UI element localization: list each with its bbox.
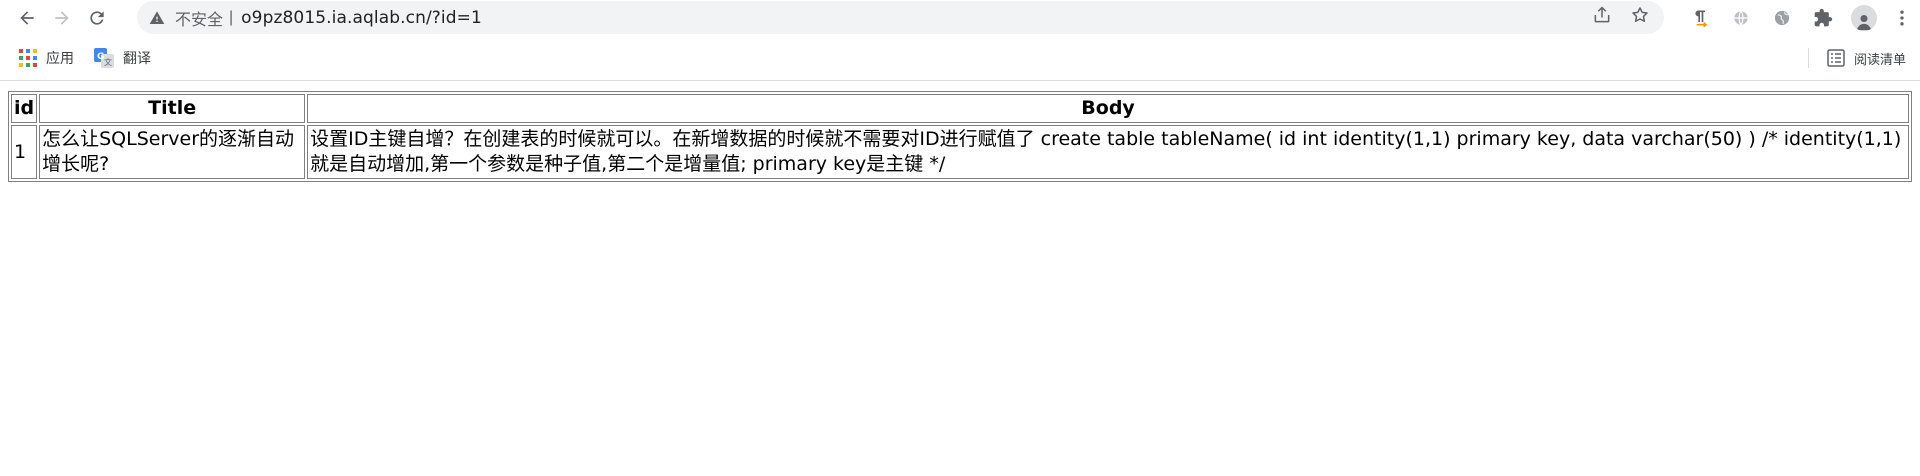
reload-button[interactable] xyxy=(82,3,112,33)
column-header-body: Body xyxy=(307,94,1909,123)
extension-globe-grey-button[interactable] xyxy=(1720,0,1761,35)
extension-paragraph-button[interactable] xyxy=(1679,0,1720,35)
reading-list-button[interactable]: 阅读清单 xyxy=(1823,44,1910,72)
address-bar[interactable]: 不安全 | o9pz8015.ia.aqlab.cn/?id=1 xyxy=(137,1,1664,34)
vertical-dots-icon xyxy=(1900,10,1904,25)
page-content: id Title Body 1 怎么让SQLServer的逐渐自动增长呢? 设置… xyxy=(0,81,1920,192)
omnibox-actions xyxy=(1592,1,1650,34)
bookmark-apps[interactable]: 应用 xyxy=(11,44,82,72)
reading-list: 阅读清单 xyxy=(1807,44,1910,72)
cell-body: 设置ID主键自增？在创建表的时候就可以。在新增数据的时候就不需要对ID进行赋值了… xyxy=(307,125,1909,179)
bookmark-label: 应用 xyxy=(46,50,74,67)
earth-icon xyxy=(1774,10,1789,25)
svg-text:文: 文 xyxy=(104,57,112,67)
person-icon xyxy=(1856,14,1871,30)
warning-triangle-icon[interactable] xyxy=(149,10,165,26)
profile-button[interactable] xyxy=(1843,0,1884,35)
bookmarks-bar: 应用 G 文 翻译 阅读清单 xyxy=(0,35,1920,81)
arrow-right-icon xyxy=(55,10,69,25)
reading-list-icon xyxy=(1827,49,1845,67)
cell-id: 1 xyxy=(11,125,38,179)
bookmark-label: 翻译 xyxy=(123,50,151,67)
chrome-menu-button[interactable] xyxy=(1884,0,1920,35)
arrow-left-icon xyxy=(20,10,34,25)
security-status-label[interactable]: 不安全 xyxy=(175,6,223,30)
url-text[interactable]: o9pz8015.ia.aqlab.cn/?id=1 xyxy=(241,8,482,28)
bookmark-translate[interactable]: G 文 翻译 xyxy=(86,44,159,72)
back-button[interactable] xyxy=(12,3,42,33)
data-table: id Title Body 1 怎么让SQLServer的逐渐自动增长呢? 设置… xyxy=(8,91,1912,182)
browser-toolbar: 不安全 | o9pz8015.ia.aqlab.cn/?id=1 xyxy=(0,0,1920,35)
bookmark-star-icon[interactable] xyxy=(1630,5,1650,30)
puzzle-piece-icon xyxy=(1814,8,1832,26)
apps-grid-icon xyxy=(19,48,37,67)
omnibox-separator: | xyxy=(229,8,234,26)
globe-icon xyxy=(1733,10,1748,25)
forward-button[interactable] xyxy=(47,3,77,33)
paragraph-arrow-icon xyxy=(1694,10,1708,27)
avatar xyxy=(1850,4,1877,31)
share-icon[interactable] xyxy=(1592,5,1612,30)
column-header-title: Title xyxy=(39,94,306,123)
reading-list-label: 阅读清单 xyxy=(1853,52,1906,68)
google-translate-icon: G 文 xyxy=(94,47,114,68)
reload-icon xyxy=(90,10,104,25)
extensions-menu-button[interactable] xyxy=(1802,0,1843,35)
cell-title: 怎么让SQLServer的逐渐自动增长呢? xyxy=(39,125,306,179)
table-row: 1 怎么让SQLServer的逐渐自动增长呢? 设置ID主键自增？在创建表的时候… xyxy=(11,125,1909,179)
column-header-id: id xyxy=(11,94,38,123)
extension-earth-button[interactable] xyxy=(1761,0,1802,35)
table-header-row: id Title Body xyxy=(11,94,1909,123)
divider xyxy=(1807,48,1809,68)
extensions-area xyxy=(1679,0,1920,35)
